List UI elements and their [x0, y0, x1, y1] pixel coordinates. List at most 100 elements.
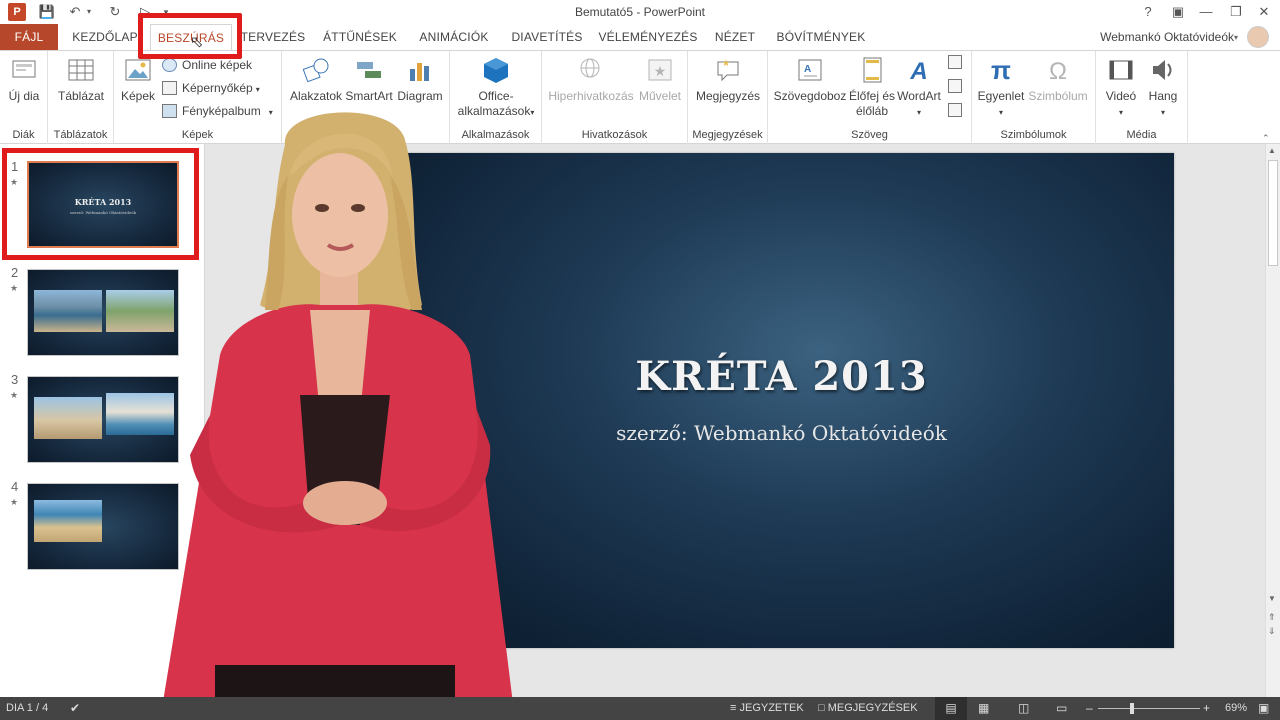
scrollbar-thumb[interactable] [1268, 160, 1278, 266]
date-time-icon[interactable] [948, 55, 962, 69]
smartart-icon [357, 62, 381, 78]
chevron-down-icon: ▾ [1118, 108, 1123, 117]
avatar[interactable] [1247, 26, 1269, 48]
collapse-ribbon-icon[interactable]: ⌃ [1262, 133, 1270, 144]
tab-review[interactable]: VÉLEMÉNYEZÉS [598, 24, 698, 50]
normal-view-icon[interactable]: ▤ [935, 697, 967, 720]
new-slide-button[interactable]: Új dia [4, 55, 44, 104]
wordart-icon: A [909, 58, 927, 85]
thumb-photo [34, 500, 102, 542]
group-label-slides: Diák [12, 129, 35, 141]
account-name[interactable]: Webmankó Oktatóvideók [1100, 30, 1234, 44]
presenter-video-overlay [160, 112, 515, 720]
help-icon[interactable]: ? [1136, 2, 1160, 22]
restore-icon[interactable]: ❐ [1224, 2, 1248, 22]
group-symbols: π Egyenlet ▾ Ω Szimbólum Szimbólumok [972, 51, 1096, 144]
pictures-button[interactable]: Képek [118, 55, 158, 104]
slide-thumbnail-4[interactable] [27, 483, 179, 570]
group-label-symbols: Szimbólumok [1000, 129, 1067, 141]
close-icon[interactable]: ✕ [1252, 2, 1276, 22]
tab-file[interactable]: FÁJL [0, 24, 58, 50]
zoom-slider-thumb[interactable] [1130, 703, 1134, 714]
office-apps-icon [484, 58, 508, 83]
tab-view[interactable]: NÉZET [710, 24, 760, 50]
tab-animations[interactable]: ANIMÁCIÓK [412, 24, 496, 50]
tab-slideshow[interactable]: DIAVETÍTÉS [508, 24, 586, 50]
slide-number-icon[interactable] [948, 79, 962, 93]
group-label-media: Média [1126, 129, 1157, 141]
previous-slide-icon[interactable]: ⇑ [1268, 612, 1276, 623]
transition-star-icon: ★ [10, 497, 19, 507]
fit-slide-icon[interactable]: ▣ [1258, 697, 1269, 720]
account-dropdown-icon[interactable]: ▾ [1234, 33, 1238, 42]
zoom-out-icon[interactable]: – [1086, 697, 1093, 720]
slideshow-view-icon[interactable]: ▭ [1056, 697, 1067, 720]
new-comment-button[interactable]: ★ Megjegyzés [692, 55, 764, 104]
video-button[interactable]: Videó ▾ [1100, 55, 1142, 120]
chevron-down-icon: ▾ [530, 108, 535, 117]
vertical-scrollbar[interactable]: ▲ ▼ ⇑ ⇓ [1265, 144, 1280, 697]
hyperlink-button[interactable]: Hiperhivatkozás [546, 55, 636, 104]
slide-thumbnail-3[interactable] [27, 376, 179, 463]
slide-sorter-icon[interactable]: ▦ [978, 697, 989, 720]
reading-view-icon[interactable]: ◫ [1018, 697, 1029, 720]
audio-button[interactable]: Hang ▾ [1142, 55, 1184, 120]
group-label-text: Szöveg [851, 129, 888, 141]
slide-thumbnail-2[interactable] [27, 269, 179, 356]
chart-button[interactable]: Diagram [394, 55, 446, 104]
hyperlink-icon [580, 58, 600, 78]
spellcheck-icon[interactable]: ✔ [70, 697, 80, 720]
textbox-icon: A [798, 59, 822, 81]
slide-number: 3 [11, 372, 19, 387]
screenshot-button[interactable]: Képernyőkép ▾ [162, 78, 260, 98]
scroll-down-icon[interactable]: ▼ [1268, 594, 1276, 603]
notes-button[interactable]: ≡ JEGYZETEK [730, 697, 804, 720]
textbox-button[interactable]: A Szövegdoboz [772, 55, 848, 104]
group-comments: ★ Megjegyzés Megjegyzések [688, 51, 768, 144]
svg-text:A: A [804, 64, 811, 75]
chevron-down-icon: ▾ [1160, 108, 1165, 117]
film-icon [1109, 60, 1133, 80]
omega-icon: Ω [1049, 58, 1067, 85]
tab-design[interactable]: TERVEZÉS [240, 24, 306, 50]
chart-icon [410, 63, 429, 81]
slide-counter[interactable]: DIA 1 / 4 [6, 697, 48, 720]
next-slide-icon[interactable]: ⇓ [1268, 626, 1276, 637]
transition-star-icon: ★ [10, 283, 19, 293]
smartart-button[interactable]: SmartArt [344, 55, 394, 104]
scroll-up-icon[interactable]: ▲ [1268, 146, 1276, 155]
group-tables: Táblázat Táblázatok [48, 51, 114, 144]
table-button[interactable]: Táblázat [54, 55, 108, 104]
shapes-icon [302, 58, 329, 83]
zoom-in-icon[interactable]: + [1203, 697, 1210, 720]
svg-text:Ω: Ω [1049, 58, 1067, 85]
header-footer-icon [863, 57, 882, 83]
zoom-slider[interactable] [1098, 708, 1200, 709]
svg-text:★: ★ [654, 63, 667, 79]
comment-icon: ★ [717, 58, 739, 82]
tab-transitions[interactable]: ÁTTŰNÉSEK [320, 24, 400, 50]
wordart-button[interactable]: A WordArt ▾ [894, 55, 944, 120]
zoom-level[interactable]: 69% [1225, 697, 1247, 720]
symbol-button[interactable]: Ω Szimbólum [1026, 55, 1090, 104]
tab-home[interactable]: KEZDŐLAP [68, 24, 142, 50]
comments-button[interactable]: □ MEGJEGYZÉSEK [818, 697, 918, 720]
group-label-comments: Megjegyzések [692, 129, 763, 141]
status-bar: DIA 1 / 4 ✔ ≡ JEGYZETEK □ MEGJEGYZÉSEK ▤… [0, 697, 1280, 720]
new-slide-icon [12, 60, 36, 78]
equation-button[interactable]: π Egyenlet ▾ [974, 55, 1028, 120]
minimize-icon[interactable]: — [1194, 2, 1218, 22]
action-button[interactable]: ★ Művelet [634, 55, 686, 104]
object-icon[interactable] [948, 103, 962, 117]
chevron-down-icon: ▾ [916, 108, 921, 117]
header-footer-button[interactable]: Élőfej és élőláb [848, 55, 896, 119]
tab-addins[interactable]: BÓVÍTMÉNYEK [772, 24, 870, 50]
shapes-button[interactable]: Alakzatok [288, 55, 344, 104]
group-slides: Új dia Diák [0, 51, 48, 144]
globe-icon [162, 58, 177, 72]
chevron-down-icon: ▾ [255, 85, 260, 94]
group-media: Videó ▾ Hang ▾ Média [1096, 51, 1188, 144]
thumb-photo [34, 397, 102, 439]
ribbon-display-icon[interactable]: ▣ [1166, 2, 1190, 22]
slide-highlight-marker [2, 148, 199, 260]
